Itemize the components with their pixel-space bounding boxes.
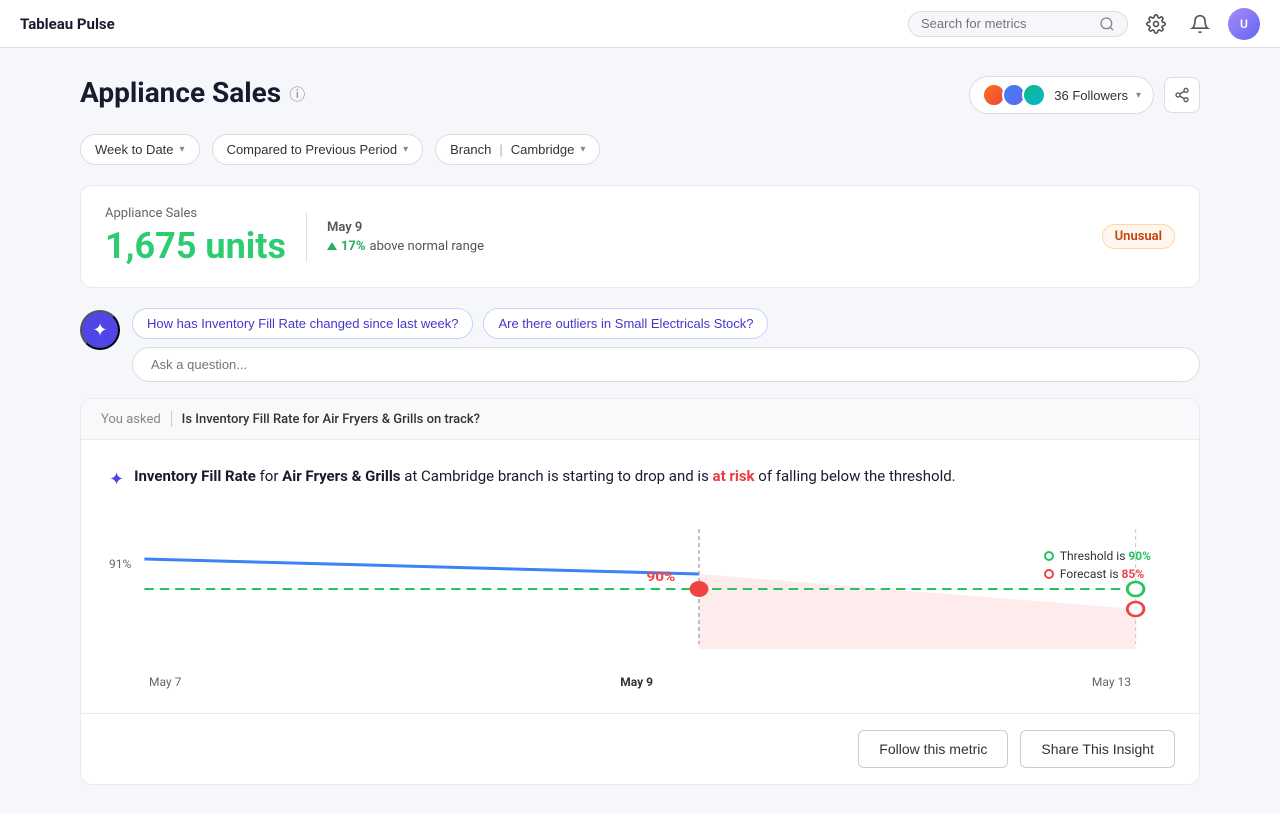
ai-button[interactable]: ✦ <box>80 310 120 350</box>
chart-container: 91% <box>109 519 1171 659</box>
metric-divider <box>306 212 307 262</box>
user-avatar[interactable]: U <box>1228 8 1260 40</box>
current-dot <box>690 581 709 597</box>
forecast-end-dot <box>1127 602 1144 616</box>
forecast-legend-item: Forecast is 85% <box>1044 567 1151 581</box>
suggestion-chip-1[interactable]: How has Inventory Fill Rate changed sinc… <box>132 308 473 339</box>
search-icon <box>1099 16 1115 32</box>
insight-at-risk: at risk <box>713 467 755 485</box>
insight-product-name: Air Fryers & Grills <box>282 467 400 485</box>
insight-description: Inventory Fill Rate for Air Fryers & Gri… <box>134 464 956 488</box>
dot-label: 90% <box>646 570 675 585</box>
forecast-legend-label: Forecast is 85% <box>1060 567 1144 581</box>
top-navigation: Tableau Pulse U <box>0 0 1280 48</box>
insight-ending: of falling below the threshold. <box>758 467 955 485</box>
date-range-filter[interactable]: Week to Date ▾ <box>80 134 200 165</box>
x-label-may9: May 9 <box>620 675 653 689</box>
metric-card: Appliance Sales 1,675 units May 9 17% ab… <box>80 185 1200 288</box>
followers-count: 36 Followers <box>1054 88 1128 103</box>
search-input[interactable] <box>921 16 1093 31</box>
suggestion-chip-2[interactable]: Are there outliers in Small Electricals … <box>483 308 768 339</box>
insight-body: ✦ Inventory Fill Rate for Air Fryers & G… <box>81 440 1199 713</box>
topnav-icons: U <box>1140 8 1260 40</box>
up-arrow-icon <box>327 242 337 250</box>
branch-value: Cambridge <box>511 142 575 157</box>
suggestion-row: How has Inventory Fill Rate changed sinc… <box>132 308 1200 339</box>
metric-date-section: May 9 17% above normal range <box>327 220 484 254</box>
metric-date: May 9 <box>327 220 484 235</box>
chart-svg: 90% <box>109 519 1171 649</box>
chart-x-labels: May 7 May 9 May 13 <box>109 675 1171 689</box>
unusual-badge: Unusual <box>1102 224 1175 249</box>
main-content: Appliance Sales ⓘ 36 Followers ▾ <box>0 48 1280 813</box>
branch-filter[interactable]: Branch | Cambridge ▾ <box>435 134 600 165</box>
info-icon[interactable]: ⓘ <box>289 81 305 105</box>
notifications-button[interactable] <box>1184 8 1216 40</box>
metric-card-left: Appliance Sales 1,675 units <box>105 206 286 267</box>
chart-legend: Threshold is 90% Forecast is 85% <box>1044 549 1151 585</box>
forecast-legend-dot <box>1044 569 1054 579</box>
insight-card: You asked Is Inventory Fill Rate for Air… <box>80 398 1200 785</box>
insight-for: for <box>260 467 283 485</box>
chevron-down-icon: ▾ <box>1136 90 1141 101</box>
suggestion-chips: How has Inventory Fill Rate changed sinc… <box>132 308 1200 382</box>
share-button[interactable] <box>1164 77 1200 113</box>
metric-label: Appliance Sales <box>105 206 286 221</box>
date-range-label: Week to Date <box>95 142 174 157</box>
share-icon <box>1174 87 1190 103</box>
gear-icon <box>1146 14 1166 34</box>
filter-separator: | <box>499 142 502 157</box>
branch-label: Branch <box>450 142 491 157</box>
chevron-down-icon: ▾ <box>580 144 585 155</box>
ai-sparkle-icon: ✦ <box>109 466 124 495</box>
follower-avatar-3 <box>1022 83 1046 107</box>
metric-change-pct: 17% <box>341 239 366 254</box>
settings-button[interactable] <box>1140 8 1172 40</box>
metric-value: 1,675 units <box>105 225 286 267</box>
you-asked-label: You asked <box>101 412 161 427</box>
comparison-label: Compared to Previous Period <box>227 142 398 157</box>
threshold-legend-item: Threshold is 90% <box>1044 549 1151 563</box>
insight-metric-name: Inventory Fill Rate <box>134 467 256 485</box>
chart-y-label: 91% <box>109 557 131 571</box>
threshold-legend-dot <box>1044 551 1054 561</box>
page-title: Appliance Sales <box>80 76 281 109</box>
page-header-right: 36 Followers ▾ <box>969 76 1200 114</box>
insight-description-part: at Cambridge branch is starting to drop … <box>404 467 709 485</box>
comparison-filter[interactable]: Compared to Previous Period ▾ <box>212 134 424 165</box>
follower-avatars <box>982 83 1046 107</box>
ask-question-input[interactable] <box>132 347 1200 382</box>
follow-metric-button[interactable]: Follow this metric <box>858 730 1008 768</box>
sparkle-icon: ✦ <box>92 320 107 341</box>
risk-zone <box>699 574 1136 649</box>
you-asked-question: Is Inventory Fill Rate for Air Fryers & … <box>182 412 480 427</box>
x-label-may13: May 13 <box>1092 675 1131 689</box>
followers-button[interactable]: 36 Followers ▾ <box>969 76 1154 114</box>
search-bar[interactable] <box>908 11 1128 37</box>
insight-footer: Follow this metric Share This Insight <box>81 713 1199 784</box>
bell-icon <box>1190 14 1210 34</box>
page-title-row: Appliance Sales ⓘ <box>80 76 305 109</box>
you-asked-divider <box>171 411 172 427</box>
page-header: Appliance Sales ⓘ 36 Followers ▾ <box>80 76 1200 114</box>
app-brand: Tableau Pulse <box>20 15 115 33</box>
x-label-may7: May 7 <box>149 675 181 689</box>
share-insight-button[interactable]: Share This Insight <box>1020 730 1175 768</box>
metric-change: 17% above normal range <box>327 239 484 254</box>
chevron-down-icon: ▾ <box>403 144 408 155</box>
ai-section: ✦ How has Inventory Fill Rate changed si… <box>80 308 1200 382</box>
threshold-legend-label: Threshold is 90% <box>1060 549 1151 563</box>
metric-change-text: above normal range <box>370 239 484 254</box>
you-asked-bar: You asked Is Inventory Fill Rate for Air… <box>81 399 1199 440</box>
filter-bar: Week to Date ▾ Compared to Previous Peri… <box>80 134 1200 165</box>
insight-text: ✦ Inventory Fill Rate for Air Fryers & G… <box>109 464 1171 495</box>
actual-data-line <box>144 559 699 574</box>
chevron-down-icon: ▾ <box>180 144 185 155</box>
